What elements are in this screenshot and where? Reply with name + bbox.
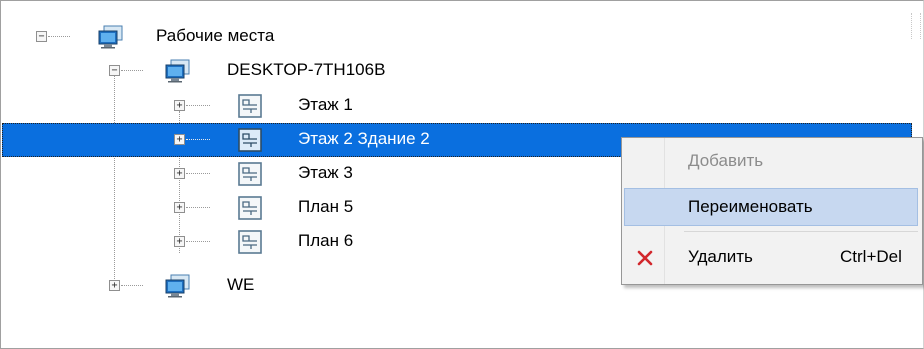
expand-icon[interactable]: + <box>174 168 185 179</box>
menu-item-label: Добавить <box>688 151 764 170</box>
menu-item-delete[interactable]: Удалить Ctrl+Del <box>624 238 918 276</box>
floor-plan-icon <box>238 128 262 152</box>
tree-item-label: Этаж 1 <box>298 95 353 114</box>
tree-connector <box>186 105 210 106</box>
expand-icon[interactable]: + <box>174 134 185 145</box>
tree-item-label: Этаж 2 Здание 2 <box>298 129 430 148</box>
tree-item-label: План 5 <box>298 197 354 216</box>
tree-item-floor[interactable]: + Этаж 1 <box>2 89 912 123</box>
tree-connector <box>186 241 210 242</box>
tree-item-label: Этаж 3 <box>298 163 353 182</box>
workplaces-icon <box>98 25 123 49</box>
computer-icon <box>165 59 190 83</box>
menu-separator <box>684 231 918 232</box>
computer-icon <box>165 274 190 298</box>
menu-item-label: Переименовать <box>688 197 813 216</box>
tree-item-label: WE <box>227 275 255 294</box>
floor-plan-icon <box>238 196 262 220</box>
floor-plan-icon <box>238 94 262 118</box>
expand-icon[interactable]: + <box>174 100 185 111</box>
menu-item-shortcut: Ctrl+Del <box>840 247 902 266</box>
tree-connector <box>186 139 210 140</box>
floor-plan-icon <box>238 230 262 254</box>
delete-x-icon <box>637 250 653 266</box>
tree-item-label: Рабочие места <box>156 26 275 45</box>
collapse-icon[interactable]: − <box>109 65 120 76</box>
tree-item-label: DESKTOP-7TH106B <box>227 60 386 79</box>
expand-icon[interactable]: + <box>174 202 185 213</box>
tree-connector <box>121 285 143 286</box>
expand-icon[interactable]: + <box>174 236 185 247</box>
scroll-grip[interactable] <box>911 13 921 39</box>
collapse-icon[interactable]: − <box>36 31 47 42</box>
tree-connector <box>48 36 70 37</box>
menu-item-rename[interactable]: Переименовать <box>624 188 918 226</box>
expand-icon[interactable]: + <box>109 280 120 291</box>
menu-item-label: Удалить <box>688 247 753 266</box>
tree-connector <box>121 70 143 71</box>
tree-connector <box>186 207 210 208</box>
context-menu: Добавить Переименовать Удалить Ctrl+Del <box>621 137 923 285</box>
tree-connector <box>186 173 210 174</box>
floor-plan-icon <box>238 162 262 186</box>
menu-item-add[interactable]: Добавить <box>624 142 918 180</box>
tree-item-root[interactable]: − Рабочие места <box>2 20 912 54</box>
tree-item-desktop[interactable]: − DESKTOP-7TH106B <box>2 54 912 88</box>
tree-item-label: План 6 <box>298 231 354 250</box>
